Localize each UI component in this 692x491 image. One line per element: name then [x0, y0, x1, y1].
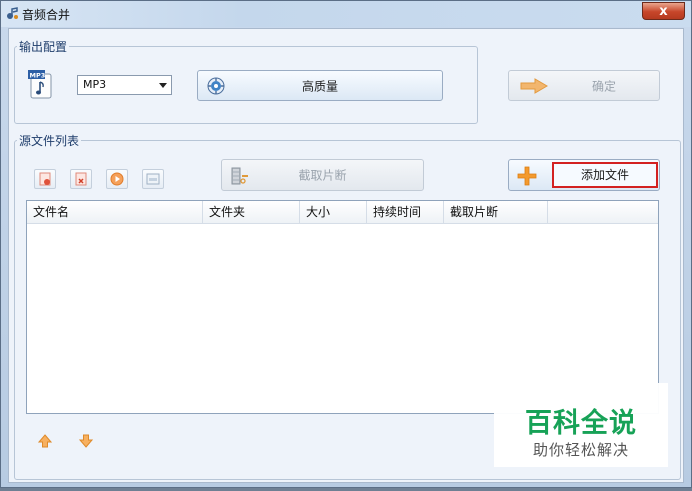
audio-app-icon [7, 7, 18, 19]
close-button[interactable]: x [642, 2, 685, 20]
window-icon [146, 173, 160, 185]
cut-segment-label: 截取片断 [298, 168, 347, 183]
title-bar[interactable]: 音频合并 x [1, 1, 691, 27]
window-title: 音频合并 [22, 8, 71, 22]
column-header-folder[interactable]: 文件夹 [203, 201, 300, 223]
format-select-value: MP3 [83, 78, 107, 91]
remove-selected-button[interactable] [34, 169, 56, 189]
play-icon [110, 172, 124, 186]
plus-icon [517, 166, 537, 186]
svg-text:MP3: MP3 [30, 72, 46, 80]
close-icon: x [659, 4, 668, 19]
cut-segment-button[interactable]: 截取片断 [221, 159, 424, 191]
column-header-filename[interactable]: 文件名 [27, 201, 203, 223]
delete-file-button[interactable] [70, 169, 92, 189]
move-down-icon[interactable] [79, 434, 93, 448]
play-button[interactable] [106, 169, 128, 189]
watermark-sub-text: 助你轻松解决 [532, 441, 629, 459]
source-file-list[interactable]: 文件名 文件夹 大小 持续时间 截取片断 [26, 200, 659, 414]
confirm-button-label: 确定 [591, 79, 616, 93]
file-delete-icon [75, 172, 87, 186]
list-header: 文件名 文件夹 大小 持续时间 截取片断 [27, 201, 658, 224]
confirm-button[interactable]: 确定 [508, 70, 660, 101]
source-files-legend: 源文件列表 [19, 134, 80, 148]
move-up-icon[interactable] [38, 434, 52, 448]
file-remove-icon [39, 172, 51, 186]
quality-button[interactable]: 高质量 [197, 70, 443, 101]
window-view-button[interactable] [142, 169, 164, 189]
chevron-down-icon [159, 83, 167, 88]
output-config-legend: 输出配置 [19, 40, 68, 54]
add-file-label[interactable]: 添加文件 [552, 162, 658, 188]
arrow-right-icon [520, 78, 548, 94]
app-window: 音频合并 x 输出配置 MP3 MP3 高质量 确定 源文件列表 截取片断 添加… [0, 0, 692, 488]
format-select[interactable]: MP3 [77, 75, 172, 95]
column-header-duration[interactable]: 持续时间 [367, 201, 444, 223]
mp3-file-icon: MP3 [28, 70, 52, 99]
quality-button-label: 高质量 [301, 79, 338, 93]
watermark-main-text: 百科全说 [525, 408, 637, 439]
watermark: 百科全说 助你轻松解决 [494, 383, 668, 467]
column-header-cut-segment[interactable]: 截取片断 [444, 201, 548, 223]
column-header-size[interactable]: 大小 [300, 201, 367, 223]
